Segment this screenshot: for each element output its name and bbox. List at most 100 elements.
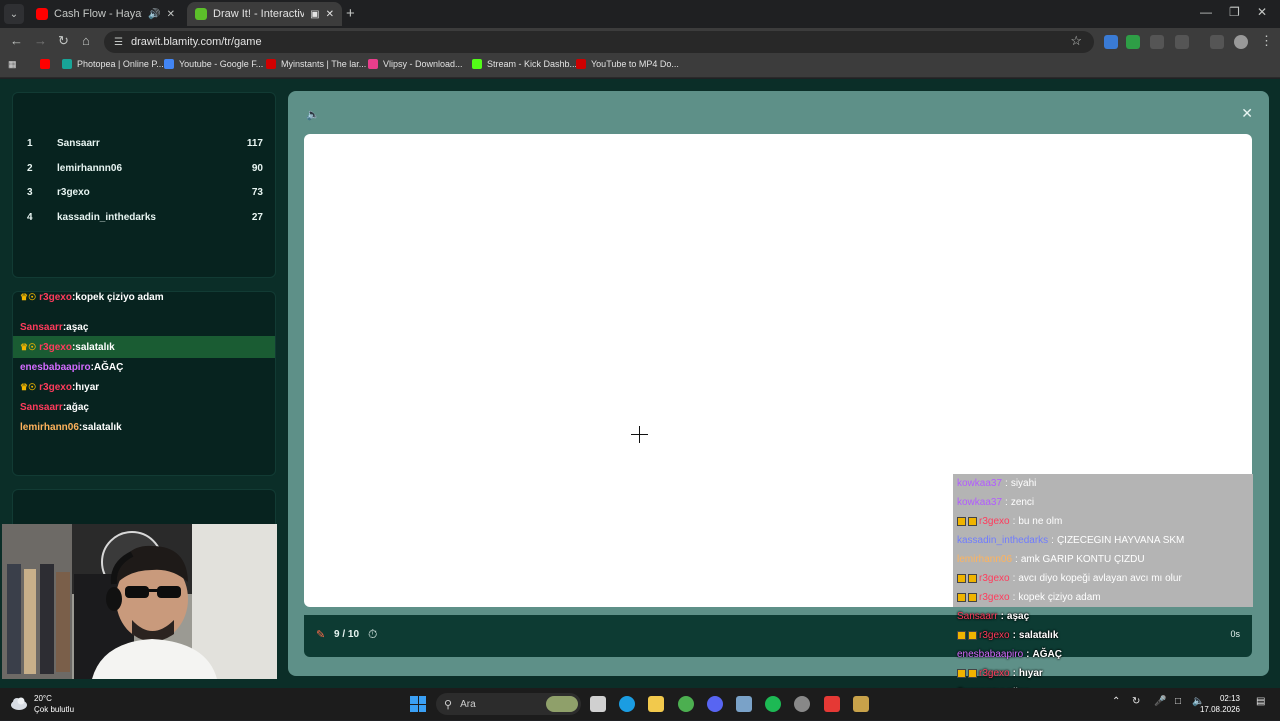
shield-icon[interactable] [1126, 35, 1140, 49]
badge-icon [957, 631, 966, 640]
network-icon[interactable]: □ [1175, 696, 1181, 707]
clock[interactable]: 02:13 17.08.2026 [1200, 693, 1240, 715]
sync-icon[interactable]: ↻ [1132, 696, 1140, 707]
separator: : [1005, 478, 1008, 489]
bookmark-kick[interactable]: Stream - Kick Dashb... [472, 59, 577, 69]
tab-cash-flow[interactable]: Cash Flow - Hayata Küstüm 🔊 ✕ [28, 2, 183, 26]
overlay-chat-text: bu ne olm [1018, 516, 1063, 527]
spotify-icon[interactable] [765, 696, 781, 712]
rank: 4 [27, 212, 33, 223]
bookmark-photopea[interactable]: Photopea | Online P... [62, 59, 164, 69]
reload-icon[interactable]: ↻ [58, 33, 69, 49]
task-view-icon[interactable] [590, 696, 606, 712]
extension-icon[interactable] [1150, 35, 1164, 49]
speaker-icon[interactable]: 🔈 [306, 108, 320, 121]
apps-icon[interactable]: ▦ [8, 59, 17, 70]
vlipsy-icon [368, 59, 378, 69]
overlay-chat-user: kowkaa37 [957, 497, 1003, 508]
badge-icon [957, 593, 966, 602]
file-explorer-icon[interactable] [648, 696, 664, 712]
guess-row: Sansaarr:ağaç [13, 396, 275, 418]
back-icon[interactable]: ← [10, 33, 23, 48]
share-screen-icon[interactable]: ▣ [310, 9, 319, 20]
download-icon [576, 59, 586, 69]
overlay-chat-row: r3gexo: salatalık [953, 626, 1253, 645]
badge-icon [957, 669, 966, 678]
tab-search-button[interactable]: ⌄ [4, 4, 24, 24]
app-icon[interactable] [736, 696, 752, 712]
bookmark-label: Myinstants | The lar... [281, 59, 367, 69]
close-tab-icon[interactable]: ✕ [326, 9, 334, 20]
tab-title: Cash Flow - Hayata Küstüm [54, 8, 142, 20]
webcam-feed [2, 524, 277, 679]
obs-icon[interactable] [794, 696, 810, 712]
chrome-icon[interactable] [678, 696, 694, 712]
avatar[interactable] [1234, 35, 1248, 49]
overlay-chat-user: enesbabaapiro [957, 649, 1024, 660]
bookmark-vlipsy[interactable]: Vlipsy - Download... [368, 59, 463, 69]
minimize-icon[interactable]: — [1200, 5, 1212, 19]
overlay-chat-text: amk GARIP KONTU ÇIZDU [1020, 554, 1145, 565]
cloud-icon [11, 697, 27, 710]
app-icon[interactable] [824, 696, 840, 712]
guess-user: r3gexo [39, 341, 72, 353]
guess-row: lemirhann06:salatalık [13, 416, 275, 438]
bookmark-myinstants[interactable]: Myinstants | The lar... [266, 59, 366, 69]
bookmark-label: Stream - Kick Dashb... [487, 59, 578, 69]
widget-icon[interactable] [546, 696, 578, 712]
overlay-chat-text: avcı diyo kopeği avlayan avcı mı olur [1018, 573, 1182, 584]
leaderboard-row: 2 lemirhannn06 90 [27, 163, 263, 179]
player-name: kassadin_inthedarks [57, 212, 156, 223]
bookmark-google-fonts[interactable]: Youtube - Google F... [164, 59, 263, 69]
chevron-down-icon: ⌄ [9, 8, 19, 20]
bookmark-label: Vlipsy - Download... [383, 59, 463, 69]
edge-icon[interactable] [619, 696, 635, 712]
tab-draw-it[interactable]: Draw It! - Interactive Drawi ▣ ✕ [187, 2, 342, 26]
tab-strip: ⌄ Cash Flow - Hayata Küstüm 🔊 ✕ Draw It!… [0, 0, 1280, 28]
site-info-icon[interactable]: ☰ [114, 37, 123, 48]
stream-chat-overlay: kowkaa37: siyahi kowkaa37: zenci r3gexo: bu n… [953, 474, 1253, 720]
bookmark-label: Youtube - Google F... [179, 59, 264, 69]
bookmark-star-icon[interactable]: ☆ [1070, 33, 1082, 49]
overlay-chat-user: lemirhann06 [957, 554, 1013, 565]
start-button[interactable] [410, 696, 426, 712]
url-text: drawit.blamity.com/tr/game [130, 36, 262, 48]
clock-date: 17.08.2026 [1199, 705, 1240, 714]
extension-icon[interactable] [1104, 35, 1118, 49]
menu-icon[interactable]: ⋮ [1260, 33, 1273, 49]
overlay-chat-row: Sansaarr: aşaç [953, 607, 1253, 626]
close-tab-icon[interactable]: ✕ [167, 9, 175, 20]
overlay-chat-row: kowkaa37: siyahi [953, 474, 1253, 493]
guess-text: :salatalık [71, 341, 115, 353]
discord-icon[interactable] [707, 696, 723, 712]
microphone-icon[interactable]: 🎤 [1154, 696, 1166, 707]
chevron-up-icon[interactable]: ⌃ [1112, 696, 1120, 707]
leaderboard-row: 1 Sansaarr 117 [27, 138, 263, 154]
home-icon[interactable]: ⌂ [82, 33, 90, 48]
browser-toolbar: ← → ↻ ⌂ ☰ drawit.blamity.com/tr/game ☆ ⋮ [0, 28, 1280, 56]
restore-icon[interactable]: ❐ [1229, 5, 1240, 19]
badge-icon [968, 517, 977, 526]
puzzle-icon[interactable] [1175, 35, 1189, 49]
guess-row: Sansaarr:aşaç [13, 316, 275, 338]
new-tab-button[interactable]: + [346, 5, 355, 22]
reading-list-icon[interactable] [1210, 35, 1224, 49]
player-score: 73 [251, 187, 263, 198]
guess-user: r3gexo [39, 291, 72, 303]
close-window-icon[interactable]: ✕ [1257, 5, 1267, 19]
guess-row: ♛☉ r3gexo:hıyar [13, 376, 275, 398]
league-icon[interactable] [853, 696, 869, 712]
notification-icon[interactable]: ▤ [1256, 696, 1265, 707]
forward-icon[interactable]: → [34, 33, 47, 48]
overlay-chat-text: kopek çiziyo adam [1018, 592, 1101, 603]
badge-icon [968, 574, 977, 583]
address-bar[interactable]: ☰ drawit.blamity.com/tr/game ☆ [104, 31, 1094, 53]
bookmark-youtube-mp4[interactable]: YouTube to MP4 Do... [576, 59, 679, 69]
youtube-icon [40, 59, 50, 69]
badge-icon [968, 593, 977, 602]
speaker-icon[interactable]: 🔊 [148, 9, 160, 20]
rank: 3 [27, 187, 33, 198]
close-icon[interactable]: ✕ [1241, 105, 1253, 122]
bookmark-youtube[interactable] [40, 59, 55, 69]
player-name: lemirhannn06 [57, 163, 123, 174]
